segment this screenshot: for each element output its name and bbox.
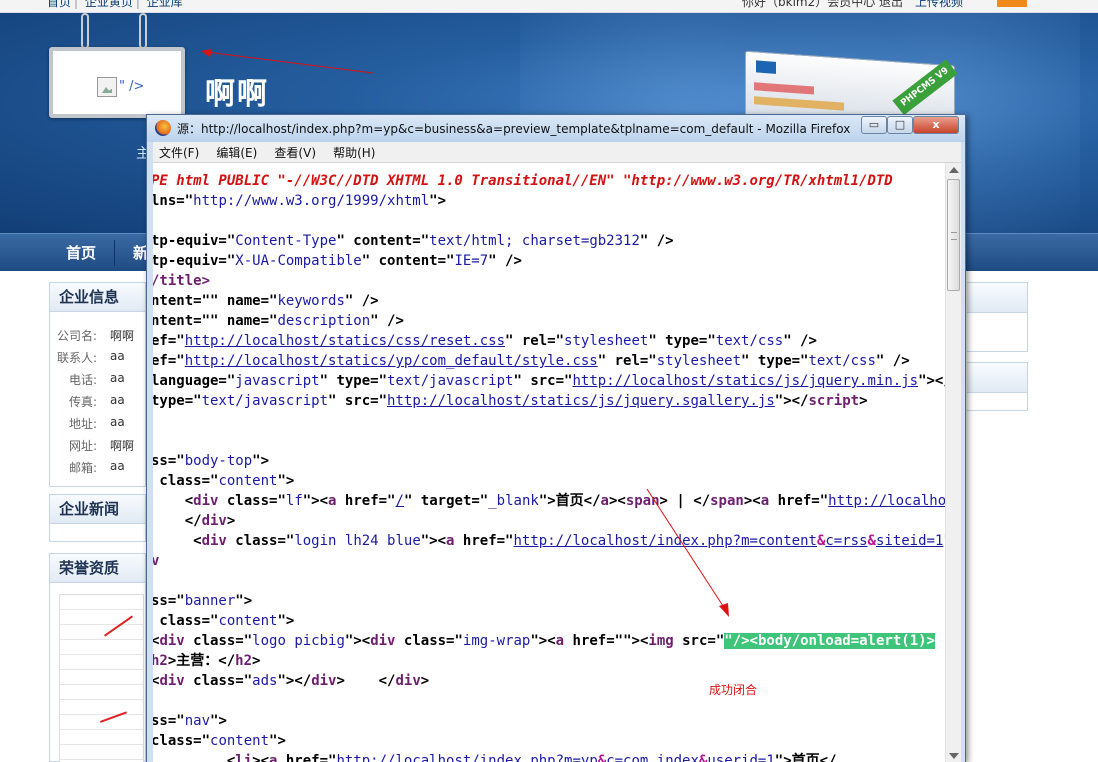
code-line: ntent="" name="keywords" /> — [153, 293, 379, 309]
close-button[interactable]: x — [913, 116, 959, 134]
site-topbar: 首页 | 企业黄页 | 企业库 你好（bkim2）会员中心 退出 上传视频 — [0, 0, 1098, 13]
source-link[interactable]: http://localho — [828, 493, 945, 509]
panel-title[interactable]: 企业新闻 — [50, 495, 145, 524]
code-line: ss="banner"> — [153, 593, 253, 609]
code-line: ss="body-top"> — [153, 453, 270, 469]
red-arrow-to-logo — [201, 49, 374, 74]
version-ribbon: PHPCMS V9 — [892, 59, 958, 116]
code-line: class="content"> — [153, 733, 286, 749]
company-info-panel: 企业信息 公司名: 啊啊 联系人: aa 电话: aa 传真: aa 地址: aa 网址:… — [49, 282, 146, 487]
maximize-button[interactable]: □ — [887, 116, 913, 134]
panel-title[interactable]: 荣誉资质 — [50, 554, 145, 583]
code-line: type="text/javascript" src="http://local… — [153, 393, 868, 409]
source-link[interactable]: http://localhost/statics/js/jquery.min.j… — [572, 373, 918, 389]
red-annotation-mark — [100, 711, 127, 723]
code-line: </div> — [153, 513, 236, 529]
upload-video-link[interactable]: 上传视频 — [915, 0, 963, 8]
top-link-home[interactable]: 首页 — [47, 0, 71, 9]
window-title: 源：http://localhost/index.php?m=yp&c=busi… — [177, 122, 851, 136]
injected-payload-highlight: "/><body/onload=alert(1)> — [724, 633, 935, 649]
code-line: language="javascript" type="text/javascr… — [153, 373, 945, 389]
code-line: <div class="ads"></div> </div> — [153, 673, 430, 689]
pc-logo-icon — [756, 60, 776, 74]
code-line: v — [153, 553, 160, 569]
code-line: ntent="" name="description" /> — [153, 313, 404, 329]
top-link-yellowpages[interactable]: 企业黄页 — [85, 0, 133, 9]
certificate-thumbnail[interactable] — [59, 594, 144, 762]
code-line: tp-equiv="Content-Type" content="text/ht… — [153, 233, 674, 249]
annotation-success-closed: 成功闭合 — [709, 683, 758, 697]
red-annotation-mark — [104, 615, 133, 637]
source-link[interactable]: http://localhost/index.php?m=yp — [336, 753, 597, 762]
source-link[interactable]: http://localhost/statics/yp/com_default/… — [185, 353, 598, 369]
firefox-icon — [155, 120, 171, 136]
chain-icon — [81, 13, 89, 49]
login-status[interactable]: 你好（bkim2）会员中心 退出 — [742, 0, 903, 8]
code-line: ef="http://localhost/statics/yp/com_defa… — [153, 353, 910, 369]
nav-item-home[interactable]: 首页 — [66, 234, 96, 272]
code-line: <div class="login lh24 blue"><a href="ht… — [153, 533, 945, 549]
vertical-scrollbar[interactable] — [945, 163, 961, 762]
chain-icon — [139, 13, 147, 49]
code-line: lns="http://www.w3.org/1999/xhtml"> — [153, 193, 447, 209]
source-link[interactable]: http://localhost/statics/css/reset.css — [185, 333, 505, 349]
company-news-panel: 企业新闻 — [49, 494, 146, 542]
code-line: class="content"> — [153, 613, 295, 629]
source-link[interactable]: / — [396, 493, 404, 509]
minimize-button[interactable]: ▭ — [861, 116, 887, 134]
red-arrow-to-payload — [646, 488, 729, 617]
right-panel — [967, 282, 1028, 352]
nav-separator — [114, 240, 115, 266]
code-line: /title> — [153, 273, 211, 289]
panel-title: 企业信息 — [50, 283, 145, 312]
code-line: tp-equiv="X-UA-Compatible" content="IE=7… — [153, 253, 522, 269]
code-line: ss="nav"> — [153, 713, 227, 729]
menu-bar: 文件(F) 编辑(E) 查看(V) 帮助(H) — [153, 142, 961, 163]
code-line: ef="http://localhost/statics/css/reset.c… — [153, 333, 817, 349]
firefox-view-source-window: 源：http://localhost/index.php?m=yp&c=busi… — [146, 114, 966, 762]
logo-injected-text: " /> — [119, 79, 145, 94]
source-link[interactable]: http://localhost/statics/js/jquery.sgall… — [387, 393, 775, 409]
scroll-up-icon[interactable] — [949, 167, 959, 173]
code-line: class="content"> — [153, 473, 295, 489]
code-line: <div class="logo picbig"><div class="img… — [153, 633, 935, 649]
right-panel — [967, 362, 1028, 411]
honor-panel: 荣誉资质 — [49, 553, 146, 762]
code-line: h2>主营：</h2> — [153, 653, 261, 669]
code-line: PE html PUBLIC "-//W3C//DTD XHTML 1.0 Tr… — [153, 173, 893, 189]
menu-view[interactable]: 查看(V) — [268, 143, 322, 164]
broken-image-icon — [97, 77, 117, 97]
top-links: 首页 | 企业黄页 | 企业库 — [47, 0, 186, 8]
menu-file[interactable]: 文件(F) — [153, 143, 205, 164]
window-titlebar[interactable]: 源：http://localhost/index.php?m=yp&c=busi… — [147, 115, 965, 142]
code-line: <li><a href="http://localhost/index.php?… — [153, 751, 837, 762]
code-line: <div class="lf"><a href="/" target="_bla… — [153, 493, 945, 509]
scroll-thumb[interactable] — [947, 179, 960, 291]
rss-icon[interactable] — [997, 0, 1027, 7]
menu-edit[interactable]: 编辑(E) — [210, 143, 263, 164]
company-logo-frame[interactable]: " /> — [49, 47, 185, 118]
source-code-view[interactable]: PE html PUBLIC "-//W3C//DTD XHTML 1.0 Tr… — [153, 163, 945, 762]
scroll-down-icon[interactable] — [949, 753, 959, 759]
menu-help[interactable]: 帮助(H) — [327, 143, 381, 164]
top-link-companies[interactable]: 企业库 — [147, 0, 183, 9]
